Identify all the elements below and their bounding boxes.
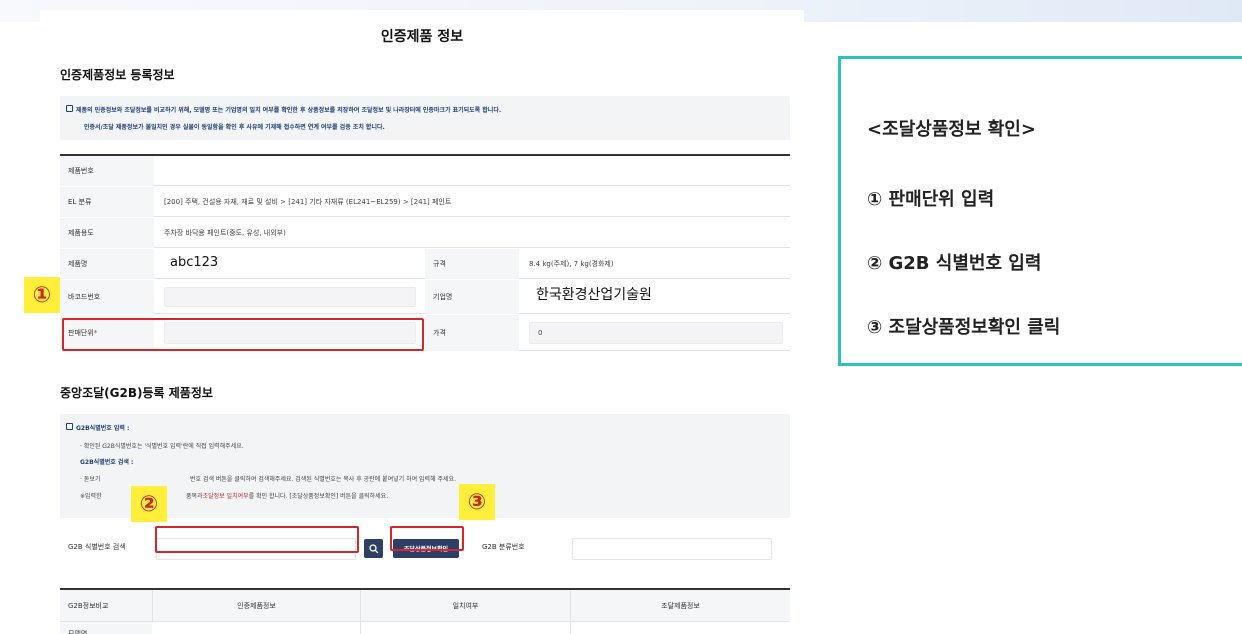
row-product-no: 제품번호: [60, 156, 790, 186]
barcode-input[interactable]: [164, 287, 416, 307]
step-badge-2: ②: [131, 486, 167, 522]
cert-notice-box: 제품의 인증정보와 조달정보를 비교하기 위해, 모델명 또는 기업명의 일치 …: [60, 96, 790, 140]
compare-divider-2: [570, 622, 571, 634]
product-name-value: abc123: [170, 255, 219, 270]
g2b-notice-box: G2B식별번호 입력 : · 확인된 G2B식별번호는 '식별번호 입력'란에 …: [60, 414, 790, 518]
instruction-step-1: ① 판매단위 입력: [867, 189, 995, 210]
highlight-confirm-button: [390, 526, 464, 551]
g2b-compare-table: G2B정보비교 인증제품정보 일치여부 조달제품정보 모델명: [60, 588, 790, 634]
product-no-label: 제품번호: [60, 156, 154, 186]
g2b-note-b: 품목과조달정보 일치여부를 확인 합니다. [조달상품정보확인] 버튼을 클릭하…: [186, 493, 389, 500]
g2b-search-heading: G2B식별번호 검색 :: [80, 459, 134, 466]
step-badge-1: ①: [24, 277, 60, 313]
instruction-title: <조달상품정보 확인>: [867, 119, 1036, 140]
barcode-label: 바코드번호: [60, 280, 154, 314]
usage-value: 주차장 바닥용 페인트(중도, 유성, 내외부): [164, 229, 286, 237]
notice-line-2: 인증서/조달 제품정보가 불일치인 경우 실물이 동일함을 확인 후 사유에 기…: [84, 124, 385, 131]
compare-header-match: 일치여부: [360, 590, 570, 622]
instruction-step-3: ③ 조달상품정보확인 클릭: [867, 317, 1061, 338]
highlight-g2b-input: [155, 526, 359, 553]
notice-icon: [66, 105, 73, 112]
g2b-section-title: 중앙조달(G2B)등록 제품정보: [60, 386, 213, 400]
compare-header-cert: 인증제품정보: [152, 590, 360, 622]
spec-label: 규격: [425, 249, 519, 279]
step-badge-3: ③: [459, 484, 495, 520]
name-label: 제품명: [60, 249, 154, 279]
highlight-sales-unit: [62, 318, 424, 351]
row-el-class: EL 분류 [200] 주택, 건설용 자재, 재료 및 설비 > [241] …: [60, 187, 790, 217]
cert-form-table: 제품번호 EL 분류 [200] 주택, 건설용 자재, 재료 및 설비 > […: [60, 154, 790, 351]
g2b-class-label: G2B 분류번호: [474, 525, 568, 569]
company-label: 기업명: [425, 280, 519, 314]
company-value: 한국환경산업기술원: [536, 287, 652, 303]
g2b-input-heading: G2B식별번호 입력 :: [76, 425, 130, 432]
g2b-search-desc-b: 번호 검색 버튼을 클릭하여 검색해주세요. 검색된 식별번호는 복사 후 공란…: [190, 476, 456, 483]
compare-divider-1: [360, 622, 361, 634]
spec-value: 8.4 kg(주제), 7 kg(경화제): [529, 260, 614, 268]
row-barcode-company: 바코드번호 기업명 한국환경산업기술원: [60, 280, 790, 314]
cert-section-title: 인증제품정보 등록정보: [60, 68, 175, 82]
g2b-class-input[interactable]: [572, 538, 772, 560]
page-title: 인증제품 정보: [380, 29, 464, 45]
compare-row-model: 모델명: [60, 622, 790, 634]
compare-model-label: 모델명: [60, 622, 152, 634]
compare-header-g2b: G2B정보비교: [68, 602, 109, 610]
row-name-spec: 제품명 abc123 규격 8.4 kg(주제), 7 kg(경화제): [60, 249, 790, 279]
g2b-search-desc-a: · 돋보기: [80, 476, 101, 483]
el-value: [200] 주택, 건설용 자재, 재료 및 설비 > [241] 기타 자재류…: [164, 198, 452, 206]
row-usage: 제품용도 주차장 바닥용 페인트(중도, 유성, 내외부): [60, 218, 790, 248]
g2b-search-label: G2B 식별번호 검색: [60, 525, 154, 569]
notice-icon-2: [66, 423, 73, 430]
el-label: EL 분류: [60, 187, 154, 217]
notice-line-1: 제품의 인증정보와 조달정보를 비교하기 위해, 모델명 또는 기업명의 일치 …: [76, 107, 502, 114]
compare-header-row: G2B정보비교 인증제품정보 일치여부 조달제품정보: [60, 590, 790, 622]
g2b-search-button[interactable]: [364, 539, 383, 558]
g2b-note-red: 조달정보 일치여부: [202, 493, 249, 500]
price-label: 가격: [425, 315, 519, 351]
instruction-step-2: ② G2B 식별번호 입력: [867, 253, 1042, 274]
g2b-note-a: ※입력한: [80, 493, 102, 500]
instruction-panel: <조달상품정보 확인> ① 판매단위 입력 ② G2B 식별번호 입력 ③ 조달…: [838, 56, 1242, 366]
g2b-input-desc: · 확인된 G2B식별번호는 '식별번호 입력'란에 직접 입력해주세요.: [80, 443, 244, 450]
compare-header-procure: 조달제품정보: [570, 590, 790, 622]
price-input[interactable]: 0: [529, 322, 783, 344]
search-icon: [368, 543, 378, 553]
usage-label: 제품용도: [60, 218, 154, 248]
